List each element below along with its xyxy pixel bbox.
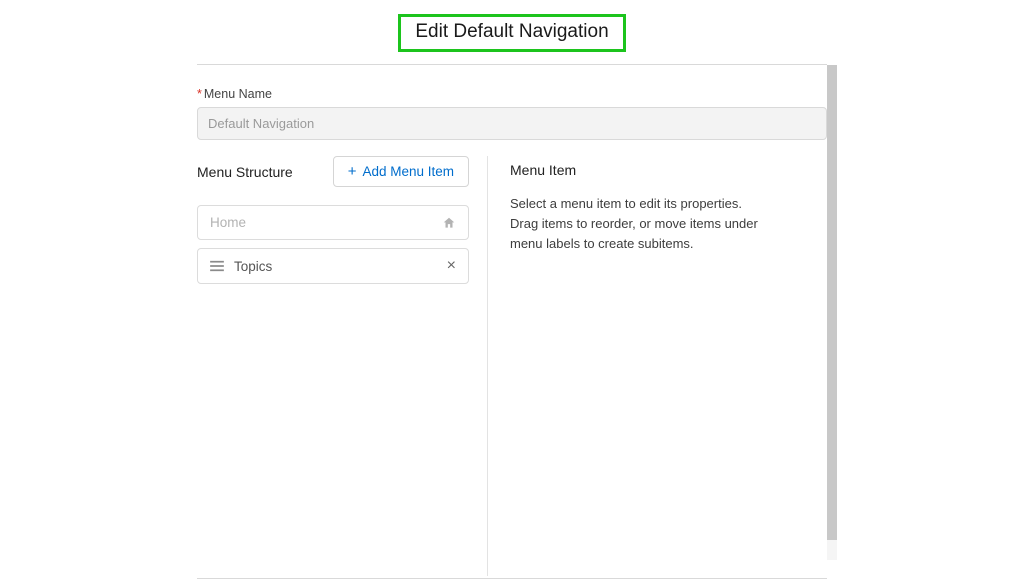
menu-structure-panel: Menu Structure + Add Menu Item Home [197, 156, 487, 576]
menu-structure-heading: Menu Structure [197, 164, 293, 180]
dialog-header: Edit Default Navigation [197, 0, 827, 60]
menu-item-topics[interactable]: Topics × [197, 248, 469, 284]
scrollbar-thumb[interactable] [827, 65, 837, 540]
menu-item-help-text: Select a menu item to edit its propertie… [510, 194, 770, 254]
menu-item-home[interactable]: Home [197, 205, 469, 240]
add-menu-item-button[interactable]: + Add Menu Item [333, 156, 469, 187]
menu-item-details-panel: Menu Item Select a menu item to edit its… [487, 156, 827, 576]
home-icon [442, 216, 456, 230]
content-area: *Menu Name Menu Structure + Add Menu Ite… [197, 65, 827, 576]
remove-icon[interactable]: × [447, 258, 456, 274]
menu-item-label: Home [210, 215, 246, 230]
scrollbar-track[interactable] [827, 65, 837, 560]
add-menu-item-label: Add Menu Item [362, 164, 454, 179]
required-indicator: * [197, 87, 202, 101]
menu-item-label: Topics [234, 259, 272, 274]
menu-name-label: *Menu Name [197, 87, 827, 101]
menu-item-heading: Menu Item [510, 162, 827, 178]
menu-name-input[interactable] [197, 107, 827, 140]
dialog-title: Edit Default Navigation [415, 21, 608, 42]
plus-icon: + [348, 164, 357, 179]
divider [197, 578, 827, 579]
drag-handle-icon[interactable] [210, 260, 224, 272]
dialog-title-highlight: Edit Default Navigation [398, 14, 625, 52]
